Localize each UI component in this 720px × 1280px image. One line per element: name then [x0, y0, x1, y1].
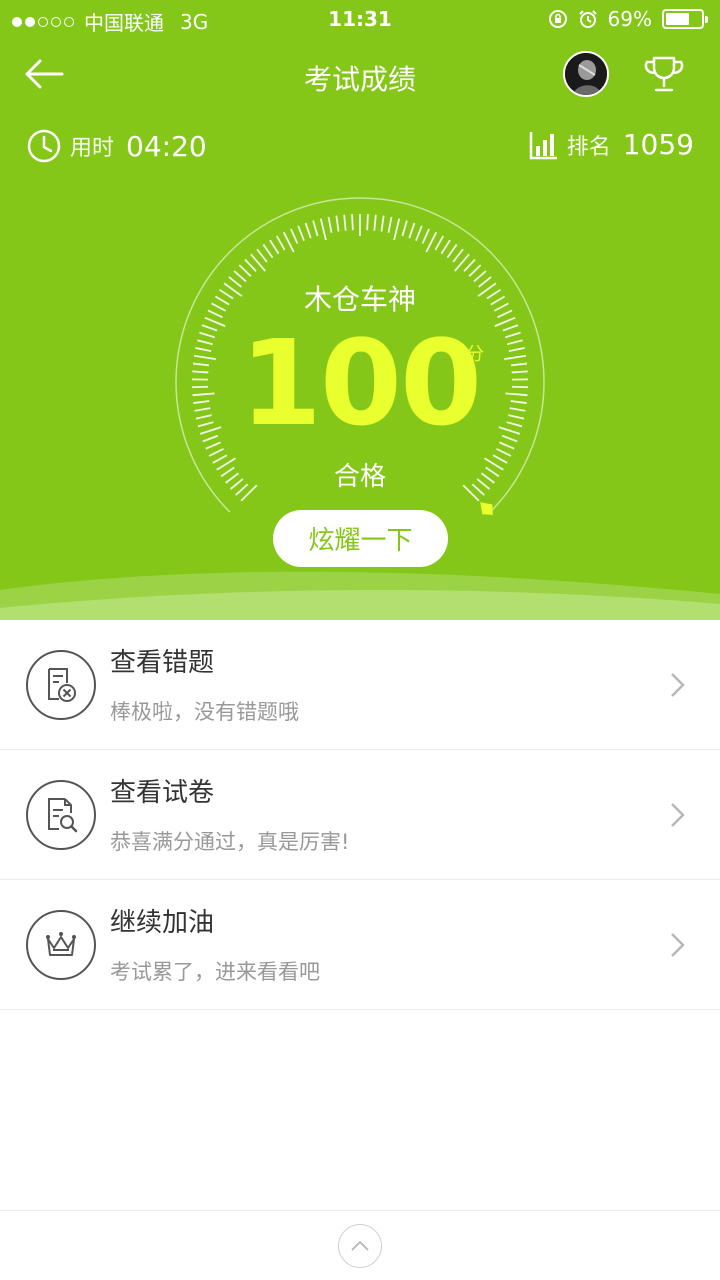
- gauge-tick: [496, 448, 512, 457]
- gauge-tick: [290, 228, 299, 244]
- gauge-tick: [327, 216, 333, 233]
- gauge-tick: [421, 228, 430, 244]
- gauge-tick: [335, 215, 340, 232]
- score-value: 100: [239, 314, 482, 452]
- nav-bar: 考试成绩: [0, 40, 720, 110]
- gauge-tick: [446, 244, 458, 259]
- score-hero: 中国联通 3G 11:31 69% 考试成绩 用时 04:20 排名 1059 …: [0, 0, 720, 620]
- list-item-title: 查看错题: [110, 648, 215, 678]
- gauge-tick: [387, 216, 393, 233]
- chevron-right-icon: [671, 803, 685, 827]
- gauge-tick: [468, 264, 482, 277]
- battery-icon: [662, 9, 708, 29]
- list-item-title: 继续加油: [110, 908, 215, 938]
- list-item-subtitle: 恭喜满分通过，真是厉害!: [110, 830, 350, 854]
- duration-stat: 用时 04:20: [26, 128, 207, 164]
- rotation-lock-icon: [548, 10, 567, 28]
- chevron-up-icon: [351, 1240, 369, 1251]
- gauge-tick: [304, 222, 312, 239]
- gauge-tick: [319, 218, 327, 241]
- gauge-tick: [366, 214, 369, 231]
- bar-chart-icon: [529, 131, 557, 159]
- gauge-tick: [415, 225, 423, 242]
- gauge-tick: [269, 239, 280, 255]
- gauge-pointer: [480, 502, 493, 515]
- gauge-tick: [351, 214, 354, 231]
- gauge-tick: [380, 215, 385, 232]
- gauge-tick: [440, 239, 451, 255]
- gauge-tick: [208, 448, 224, 457]
- pass-status: 合格: [333, 462, 386, 492]
- trophy-icon[interactable]: [642, 54, 686, 94]
- exam-paper-search-icon: [26, 780, 96, 850]
- battery-percent: 69%: [607, 7, 652, 31]
- scroll-up-button[interactable]: [338, 1224, 382, 1268]
- gauge-tick: [393, 218, 401, 241]
- chevron-right-icon: [671, 933, 685, 957]
- wrong-answers-icon: [26, 650, 96, 720]
- duration-label: 用时: [70, 136, 115, 161]
- list-item-subtitle: 棒极啦，没有错题哦: [110, 700, 299, 724]
- alarm-icon: [578, 10, 597, 28]
- gauge-tick: [452, 248, 464, 263]
- rank-value: 1059: [622, 128, 694, 161]
- rank-stat[interactable]: 排名 1059: [529, 128, 694, 161]
- gauge-tick: [244, 258, 257, 272]
- chevron-right-icon: [671, 673, 685, 697]
- gauge-tick: [312, 220, 319, 237]
- score-unit: 分: [466, 344, 484, 365]
- gauge-tick: [238, 264, 252, 277]
- gauge-tick: [425, 231, 438, 253]
- action-list: 查看错题 棒极啦，没有错题哦 查看试卷 恭喜满分通过，真是厉害! 继续加油 考试…: [0, 620, 720, 1010]
- gauge-tick: [297, 225, 305, 242]
- gauge-tick: [401, 220, 408, 237]
- gauge-tick: [408, 222, 416, 239]
- gauge-tick: [256, 248, 268, 263]
- list-item-subtitle: 考试累了，进来看看吧: [110, 960, 320, 984]
- gauge-tick: [262, 244, 274, 259]
- gauge-tick: [373, 214, 377, 231]
- avatar-image: [565, 53, 607, 95]
- avatar[interactable]: [563, 51, 609, 97]
- wave-decoration: [0, 571, 720, 620]
- list-item-keep-going[interactable]: 继续加油 考试累了，进来看看吧: [0, 880, 720, 1010]
- list-item-wrong-answers[interactable]: 查看错题 棒极啦，没有错题哦: [0, 620, 720, 750]
- status-bar: 中国联通 3G 11:31 69%: [0, 0, 720, 38]
- gauge-tick: [434, 235, 445, 251]
- duration-value: 04:20: [126, 129, 207, 163]
- gauge-tick: [275, 235, 286, 251]
- gauge-tick: [343, 214, 347, 231]
- bottom-divider: [0, 1210, 720, 1211]
- clock-icon: [27, 129, 61, 163]
- list-item-title: 查看试卷: [110, 778, 215, 808]
- page-title: 考试成绩: [303, 63, 416, 96]
- list-item-exam-paper[interactable]: 查看试卷 恭喜满分通过，真是厉害!: [0, 750, 720, 880]
- crown-icon: [26, 910, 96, 980]
- gauge-tick: [463, 258, 476, 272]
- rank-label: 排名: [566, 134, 611, 160]
- result-title: 木仓车神: [303, 283, 416, 316]
- gauge-tick: [282, 231, 295, 253]
- share-button[interactable]: 炫耀一下: [273, 510, 448, 567]
